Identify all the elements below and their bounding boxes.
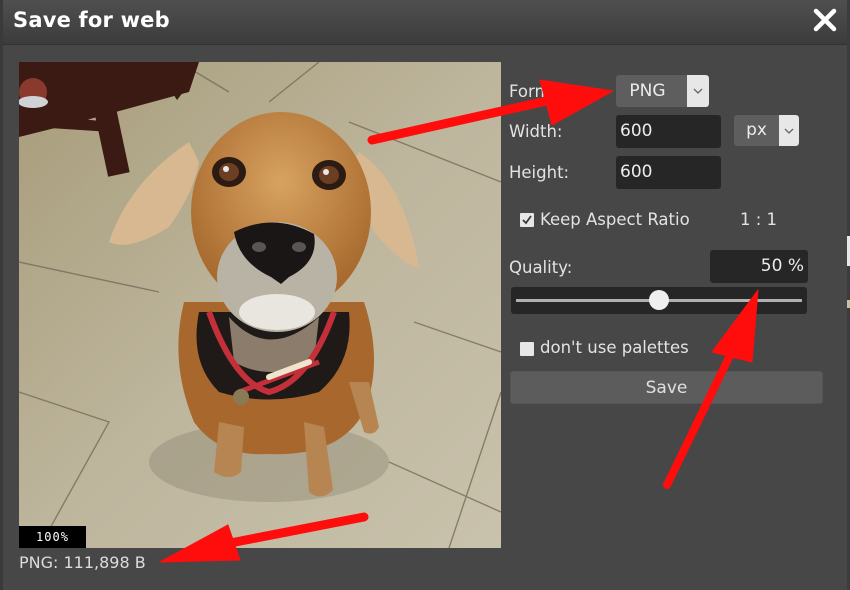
aspect-ratio-value: 1 : 1 — [740, 210, 778, 229]
zoom-level-label: 100% — [19, 526, 86, 548]
unit-dropdown-arrow[interactable] — [779, 115, 799, 146]
file-size-info: PNG: 111,898 B — [19, 553, 146, 572]
image-preview[interactable]: 100% — [19, 62, 501, 548]
chevron-down-icon — [784, 128, 794, 134]
dialog-titlebar: Save for web — [3, 0, 847, 45]
height-input[interactable]: 600 — [616, 156, 721, 189]
close-button[interactable] — [811, 6, 839, 34]
chevron-down-icon — [693, 88, 703, 94]
format-value: PNG — [629, 81, 666, 101]
height-label: Height: — [509, 163, 570, 182]
format-dropdown-arrow[interactable] — [687, 75, 709, 107]
width-label: Width: — [509, 122, 563, 141]
checkmark-icon — [522, 215, 532, 225]
save-button[interactable]: Save — [510, 371, 823, 404]
keep-aspect-label: Keep Aspect Ratio — [540, 210, 690, 229]
close-icon — [813, 8, 837, 32]
unit-value: px — [746, 120, 767, 140]
window-edge-left — [0, 0, 3, 590]
format-label: Format: — [509, 82, 573, 101]
slider-thumb[interactable] — [649, 290, 669, 310]
quality-input[interactable]: 50 % — [710, 250, 808, 283]
quality-label: Quality: — [509, 258, 573, 277]
keep-aspect-checkbox[interactable] — [520, 213, 534, 227]
quality-slider[interactable] — [511, 287, 807, 314]
dialog-title: Save for web — [13, 8, 170, 32]
palettes-label: don't use palettes — [540, 338, 689, 357]
format-select[interactable]: PNG — [616, 75, 709, 107]
dog-photo — [19, 62, 501, 548]
unit-select[interactable]: px — [734, 115, 799, 146]
width-input[interactable]: 600 — [616, 115, 721, 148]
palettes-checkbox[interactable] — [520, 342, 534, 356]
